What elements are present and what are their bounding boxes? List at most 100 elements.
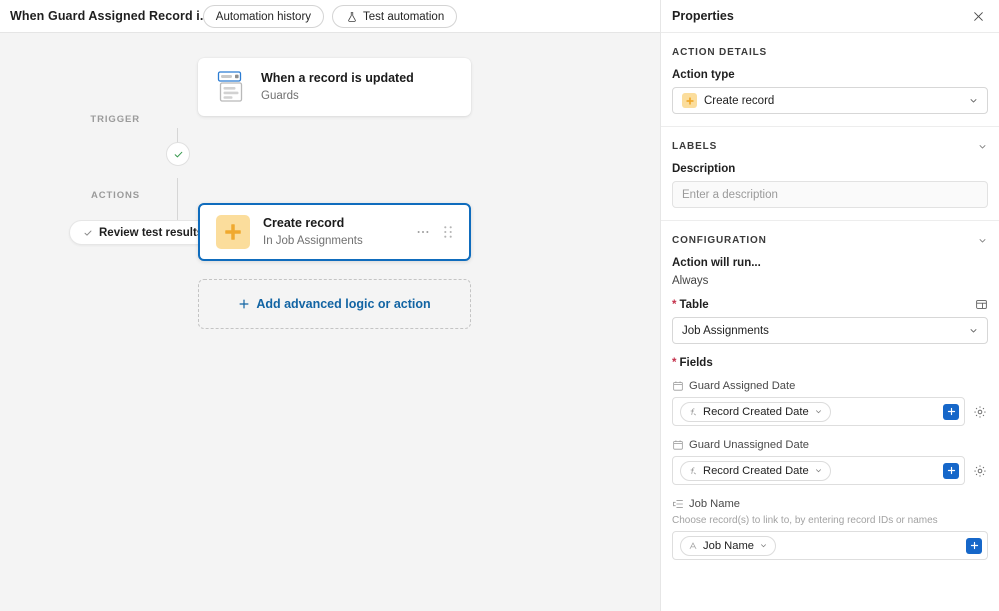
action-card-title: Create record xyxy=(263,216,345,230)
field-block: Guard Unassigned Date Record Created Dat… xyxy=(672,439,988,485)
field-token[interactable]: Record Created Date xyxy=(680,401,831,422)
field-token-label: Record Created Date xyxy=(703,405,809,418)
top-toolbar: When Guard Assigned Record i... Automati… xyxy=(0,0,660,33)
check-circle-icon xyxy=(173,149,184,160)
trigger-card-text: When a record is updated Guards xyxy=(261,70,455,104)
properties-panel: Properties ACTION DETAILS Action type Cr… xyxy=(660,0,999,611)
automation-name: When Guard Assigned Record i... xyxy=(10,9,211,23)
action-card-subtitle: In Job Assignments xyxy=(263,235,363,247)
plus-tile-icon xyxy=(682,93,697,108)
action-will-run-label: Action will run... xyxy=(672,257,761,269)
section-labels: LABELS Description Enter a description xyxy=(661,127,999,221)
blue-plus-icon[interactable] xyxy=(966,537,982,554)
action-will-run-value: Always xyxy=(672,275,709,287)
table-value: Job Assignments xyxy=(682,324,769,337)
automation-history-button[interactable]: Automation history xyxy=(202,5,325,28)
properties-panel-body: ACTION DETAILS Action type Create record xyxy=(661,33,999,611)
chevron-down-icon[interactable] xyxy=(977,235,988,246)
calendar-icon xyxy=(672,439,684,451)
actions-section-label: ACTIONS xyxy=(90,190,140,201)
labels-title: LABELS xyxy=(672,141,718,152)
more-horizontal-icon[interactable] xyxy=(416,225,430,239)
action-type-select[interactable]: Create record xyxy=(672,87,988,114)
field-value-row: Record Created Date xyxy=(672,456,988,485)
section-action-details: ACTION DETAILS Action type Create record xyxy=(661,33,999,127)
field-value-row: Job Name xyxy=(672,531,988,560)
field-name: Guard Assigned Date xyxy=(689,380,796,392)
test-automation-label: Test automation xyxy=(363,10,445,23)
description-placeholder: Enter a description xyxy=(682,188,778,201)
description-label: Description xyxy=(672,163,736,175)
description-input[interactable]: Enter a description xyxy=(672,181,988,208)
table-select[interactable]: Job Assignments xyxy=(672,317,988,344)
chevron-down-icon[interactable] xyxy=(977,141,988,152)
add-advanced-logic-button[interactable]: Add advanced logic or action xyxy=(198,279,471,329)
blue-plus-icon[interactable] xyxy=(943,403,959,420)
plus-icon xyxy=(238,298,250,310)
field-token[interactable]: Job Name xyxy=(680,535,776,556)
add-advanced-logic-label: Add advanced logic or action xyxy=(256,297,431,311)
review-test-results-button[interactable]: Review test results xyxy=(69,220,218,245)
automation-history-label: Automation history xyxy=(215,10,312,23)
trigger-status-node[interactable] xyxy=(166,142,190,166)
trigger-card-title: When a record is updated xyxy=(261,71,414,85)
action-card-controls xyxy=(416,225,453,239)
chevron-down-icon xyxy=(968,95,979,106)
field-name: Job Name xyxy=(689,498,740,510)
gear-icon[interactable] xyxy=(972,464,988,478)
section-configuration: CONFIGURATION Action will run... Always … xyxy=(661,221,999,585)
flow-canvas: TRIGGER ACTIONS Review test results When… xyxy=(0,33,660,611)
action-type-value: Create record xyxy=(704,94,775,107)
open-table-icon[interactable] xyxy=(975,298,988,311)
field-block: Job Name Choose record(s) to link to, by… xyxy=(672,498,988,560)
flask-icon xyxy=(345,10,358,23)
trigger-section-label: TRIGGER xyxy=(90,114,140,125)
review-test-results-label: Review test results xyxy=(99,226,204,239)
field-value-box[interactable]: Record Created Date xyxy=(672,456,965,485)
chevron-down-icon xyxy=(814,466,823,475)
drag-handle-icon[interactable] xyxy=(443,225,453,239)
trigger-card-subtitle: Guards xyxy=(261,90,299,102)
field-value-row: Record Created Date xyxy=(672,397,988,426)
function-icon xyxy=(688,407,698,417)
action-details-title: ACTION DETAILS xyxy=(672,47,768,58)
function-icon xyxy=(688,466,698,476)
test-automation-button[interactable]: Test automation xyxy=(332,5,458,28)
field-block: Guard Assigned Date Record Created Date xyxy=(672,380,988,426)
gear-icon[interactable] xyxy=(972,405,988,419)
panel-title: Properties xyxy=(672,9,734,23)
action-details-header: ACTION DETAILS xyxy=(672,47,988,58)
flow-canvas-region: When Guard Assigned Record i... Automati… xyxy=(0,0,660,611)
field-name-row: Job Name xyxy=(672,498,988,510)
text-field-icon xyxy=(688,541,698,551)
blue-plus-icon[interactable] xyxy=(943,462,959,479)
field-token[interactable]: Record Created Date xyxy=(680,460,831,481)
close-icon[interactable] xyxy=(970,8,987,25)
flow-connector-bottom xyxy=(177,178,178,223)
labels-header[interactable]: LABELS xyxy=(672,141,988,152)
field-name: Guard Unassigned Date xyxy=(689,439,810,451)
action-type-label: Action type xyxy=(672,69,735,81)
action-card-text: Create record In Job Assignments xyxy=(263,215,416,249)
record-updated-icon xyxy=(214,70,248,104)
chevron-down-icon xyxy=(814,407,823,416)
action-card-create-record[interactable]: Create record In Job Assignments xyxy=(198,203,471,261)
link-list-icon xyxy=(672,498,684,510)
field-token-label: Job Name xyxy=(703,539,754,552)
plus-tile-icon xyxy=(216,215,250,249)
field-value-box[interactable]: Record Created Date xyxy=(672,397,965,426)
configuration-header[interactable]: CONFIGURATION xyxy=(672,235,988,246)
trigger-card[interactable]: When a record is updated Guards xyxy=(198,58,471,116)
table-label: Table xyxy=(672,299,708,311)
chevron-down-icon xyxy=(759,541,768,550)
automation-editor: When Guard Assigned Record i... Automati… xyxy=(0,0,999,611)
chevron-down-icon xyxy=(968,325,979,336)
field-value-box[interactable]: Job Name xyxy=(672,531,988,560)
configuration-title: CONFIGURATION xyxy=(672,235,767,246)
table-label-row: Table xyxy=(672,298,988,311)
field-name-row: Guard Unassigned Date xyxy=(672,439,988,451)
field-name-row: Guard Assigned Date xyxy=(672,380,988,392)
field-hint: Choose record(s) to link to, by entering… xyxy=(672,515,938,526)
field-token-label: Record Created Date xyxy=(703,464,809,477)
check-icon xyxy=(83,228,93,238)
